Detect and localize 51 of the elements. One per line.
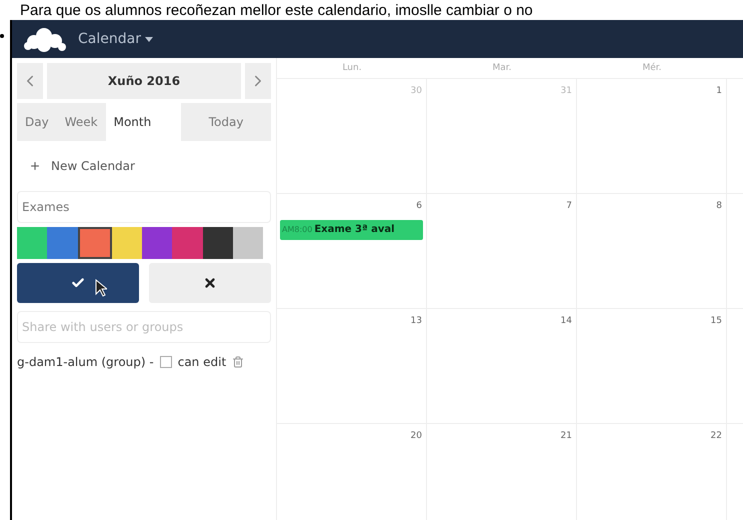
- day-number: 13: [410, 315, 423, 328]
- today-button[interactable]: Today: [181, 103, 271, 141]
- day-number: 15: [710, 315, 723, 328]
- calendar-name-field[interactable]: Exames: [17, 191, 271, 223]
- mouse-pointer-icon: [95, 279, 107, 297]
- check-icon: [71, 276, 85, 290]
- color-swatch[interactable]: [202, 227, 233, 259]
- day-number: 30: [410, 85, 423, 98]
- day-number: 6: [416, 200, 423, 213]
- event-title: Exame 3ª aval: [314, 223, 395, 237]
- cancel-button[interactable]: [149, 263, 271, 303]
- view-tab[interactable]: Day: [17, 103, 57, 141]
- share-field[interactable]: Share with users or groups: [17, 311, 271, 343]
- color-swatch[interactable]: [47, 227, 78, 259]
- can-edit-label: can edit: [178, 354, 226, 371]
- view-tab[interactable]: Week: [56, 103, 106, 141]
- cloud-logo-icon: [24, 26, 66, 52]
- weekday-label: Mar.: [491, 62, 512, 75]
- caption-text: Para que os alumnos recoñezan mellor este calendario, imoslle cambiar o no: [20, 2, 533, 20]
- new-calendar-button[interactable]: New Calendar: [17, 145, 271, 187]
- day-number: 21: [560, 430, 573, 443]
- view-tab[interactable]: Month: [106, 103, 160, 141]
- next-month-button[interactable]: [245, 63, 271, 99]
- day-number: 14: [560, 315, 573, 328]
- caret-icon: [144, 36, 153, 42]
- can-edit-checkbox[interactable]: [160, 356, 172, 368]
- day-number: 22: [710, 430, 723, 443]
- confirm-button[interactable]: [17, 263, 139, 303]
- calendar-event[interactable]: AM8:00 Exame 3ª aval: [280, 220, 423, 240]
- bullet-icon: [0, 34, 4, 38]
- trash-icon[interactable]: [232, 356, 244, 368]
- color-swatch[interactable]: [142, 227, 172, 259]
- month-label-button[interactable]: Xuño 2016: [47, 63, 241, 99]
- previous-month-button[interactable]: [17, 63, 43, 99]
- day-number: 20: [410, 430, 423, 443]
- plus-icon: [29, 160, 41, 172]
- weekday-label: Mér.: [641, 62, 663, 75]
- weekday-label: Lun.: [341, 62, 363, 75]
- share-name: g-dam1-alum (group) -: [17, 354, 154, 371]
- color-swatch[interactable]: [78, 227, 112, 259]
- color-swatch[interactable]: [112, 227, 142, 259]
- color-swatch[interactable]: [232, 227, 263, 259]
- color-swatch[interactable]: [17, 227, 48, 259]
- close-icon: [203, 276, 217, 290]
- day-number: 7: [566, 200, 573, 213]
- day-number: 31: [560, 85, 573, 98]
- day-number: 8: [716, 200, 723, 213]
- day-number: 1: [716, 85, 723, 98]
- app-menu-button[interactable]: Calendar: [78, 28, 153, 50]
- color-swatch[interactable]: [172, 227, 202, 259]
- event-time: AM8:00: [282, 224, 312, 236]
